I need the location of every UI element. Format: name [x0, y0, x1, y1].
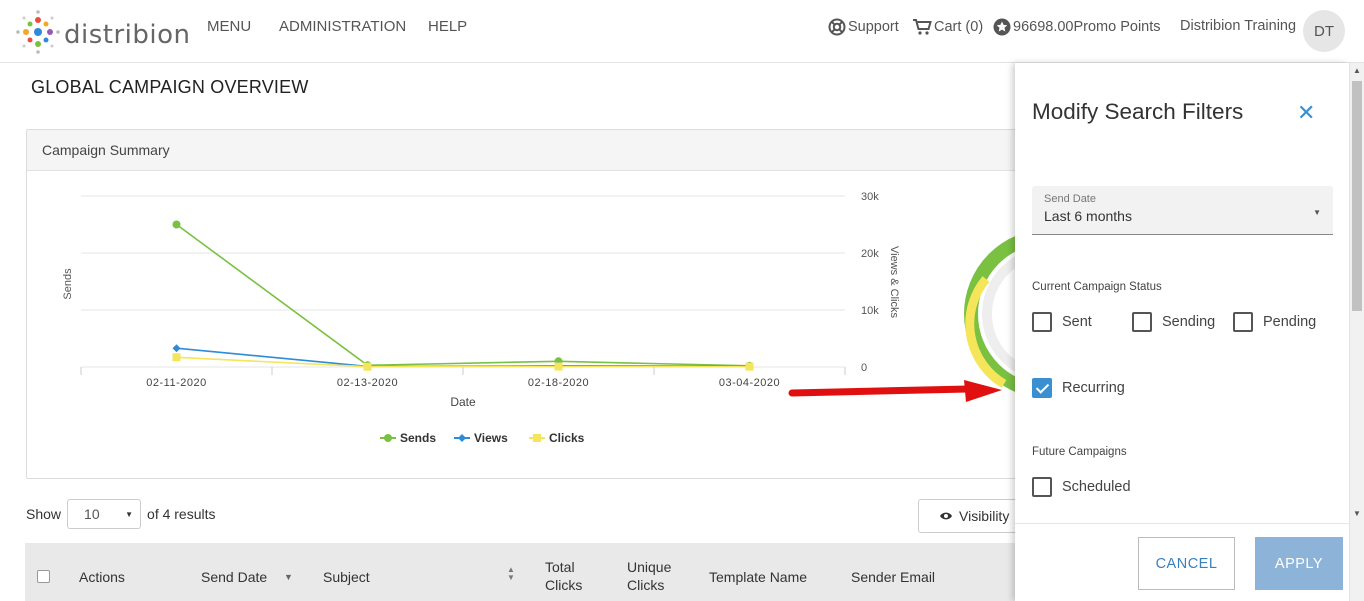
checkbox-label: Sent [1062, 314, 1092, 330]
drawer-title: Modify Search Filters [1032, 99, 1244, 124]
chevron-down-icon: ▼ [1313, 208, 1321, 217]
legend-marker [384, 434, 392, 442]
select-all-checkbox[interactable] [37, 570, 50, 583]
logo-text: distribion [64, 20, 191, 50]
visibility-button[interactable]: Visibility [918, 499, 1028, 533]
eye-icon [940, 512, 952, 520]
status-section-label: Current Campaign Status [1032, 281, 1162, 293]
col-actions: Actions [79, 569, 125, 585]
apply-button[interactable]: APPLY [1255, 537, 1343, 590]
checkbox-recurring[interactable]: Recurring [1032, 378, 1125, 398]
checkbox-box[interactable] [1132, 312, 1152, 332]
star-circle-icon [993, 18, 1011, 36]
logo-mark-icon [16, 10, 60, 54]
user-name[interactable]: Distribion Training [1180, 18, 1296, 34]
page-scrollbar[interactable]: ▲ ▼ [1349, 63, 1364, 601]
y2-tick-label: 20k [861, 248, 879, 260]
col-send-date[interactable]: Send Date [201, 568, 267, 586]
cart-label: Cart (0) [934, 19, 984, 35]
col-unique-clicks[interactable]: Unique Clicks [627, 558, 677, 594]
support-label: Support [848, 19, 899, 35]
x-axis-label: Date [450, 395, 476, 409]
send-date-label: Send Date [1044, 193, 1096, 205]
campaign-chart: 30k 20k 10k 0 02-11-2020 02-13-2020 02-18-2020… [62, 191, 900, 445]
legend-label: Sends [400, 431, 436, 445]
cart-link[interactable]: Cart (0) [912, 18, 983, 36]
page-size-row: Show 10 ▼ of 4 results [26, 499, 216, 529]
legend-marker [533, 434, 541, 442]
checkbox-pending[interactable]: Pending [1233, 312, 1316, 332]
scroll-down-icon[interactable]: ▼ [1353, 509, 1361, 518]
top-navigation-bar: distribion MENU ADMINISTRATION HELP Supp… [0, 0, 1364, 63]
cancel-button[interactable]: CANCEL [1138, 537, 1235, 590]
nav-administration[interactable]: ADMINISTRATION [279, 18, 406, 35]
x-tick-label: 03-04-2020 [719, 377, 780, 389]
nav-menu[interactable]: MENU [207, 18, 251, 35]
campaign-summary-panel: Campaign Summary 30k 20k 10k 0 02-11-2020 02-… [26, 129, 1026, 479]
data-point-clicks [554, 362, 563, 371]
y2-axis-label: Views & Clicks [888, 246, 900, 318]
page-title: GLOBAL CAMPAIGN OVERVIEW [31, 77, 309, 97]
future-section-label: Future Campaigns [1032, 446, 1127, 458]
checkbox-box[interactable] [1233, 312, 1253, 332]
y2-tick-label: 10k [861, 305, 879, 317]
checkbox-scheduled[interactable]: Scheduled [1032, 477, 1131, 497]
nav-help[interactable]: HELP [428, 18, 467, 35]
scroll-up-icon[interactable]: ▲ [1353, 66, 1361, 75]
drawer-footer: CANCEL APPLY [1015, 523, 1349, 601]
results-count: of 4 results [147, 506, 216, 522]
col-subject[interactable]: Subject [323, 568, 370, 586]
col-sender-email[interactable]: Sender Email [851, 568, 935, 586]
y-axis-label: Sends [62, 268, 74, 300]
x-tick-label: 02-11-2020 [146, 377, 206, 389]
data-point-clicks [172, 353, 181, 362]
show-label: Show [26, 506, 62, 522]
red-arrow-annotation [788, 380, 1002, 402]
checkbox-label: Recurring [1062, 380, 1125, 396]
series-line-sends [176, 223, 750, 367]
promo-points-link[interactable]: 96698.00Promo Points [993, 18, 1161, 36]
chevron-down-icon: ▼ [125, 510, 134, 519]
data-point-clicks [745, 362, 754, 371]
checkbox-label: Scheduled [1062, 479, 1131, 495]
data-point-views [172, 344, 181, 353]
sort-desc-icon[interactable]: ▼ [284, 568, 293, 586]
avatar[interactable]: DT [1303, 10, 1345, 52]
scroll-thumb[interactable] [1352, 81, 1362, 311]
logo[interactable]: distribion [14, 8, 190, 56]
page-size-value: 10 [84, 506, 100, 522]
legend-label: Views [474, 431, 508, 445]
close-icon[interactable]: ✕ [1297, 102, 1315, 124]
x-tick-label: 02-13-2020 [337, 377, 398, 389]
checkbox-box[interactable] [1032, 312, 1052, 332]
send-date-value: Last 6 months [1044, 208, 1132, 224]
legend-marker [458, 434, 466, 442]
y2-tick-label: 30k [861, 191, 879, 203]
legend-label: Clicks [549, 431, 585, 445]
sort-icon[interactable]: ▲ ▼ [507, 566, 515, 582]
filter-drawer: Modify Search Filters ✕ Send Date Last 6… [1015, 63, 1349, 601]
checkbox-label: Pending [1263, 314, 1317, 330]
table-header: Actions Send Date ▼ Subject ▲ ▼ Total Cli… [25, 543, 1025, 601]
checkbox-sending[interactable]: Sending [1132, 312, 1215, 332]
checkbox-box-checked[interactable] [1032, 378, 1052, 398]
lifebuoy-icon [828, 18, 846, 36]
visibility-label: Visibility [959, 508, 1010, 524]
send-date-select[interactable]: Send Date Last 6 months ▼ [1032, 186, 1333, 235]
cart-icon [913, 19, 932, 35]
promo-points-label: 96698.00Promo Points [1013, 19, 1161, 35]
checkbox-sent[interactable]: Sent [1032, 312, 1092, 332]
x-tick-label: 02-18-2020 [528, 377, 589, 389]
checkbox-box[interactable] [1032, 477, 1052, 497]
checkbox-label: Sending [1162, 314, 1216, 330]
support-link[interactable]: Support [828, 18, 899, 36]
data-point-sends [172, 220, 181, 229]
y2-tick-label: 0 [861, 362, 867, 374]
col-total-clicks[interactable]: Total Clicks [545, 558, 595, 594]
col-template-name[interactable]: Template Name [709, 568, 807, 586]
page-size-select[interactable]: 10 ▼ [67, 499, 142, 529]
data-point-clicks [363, 362, 372, 371]
